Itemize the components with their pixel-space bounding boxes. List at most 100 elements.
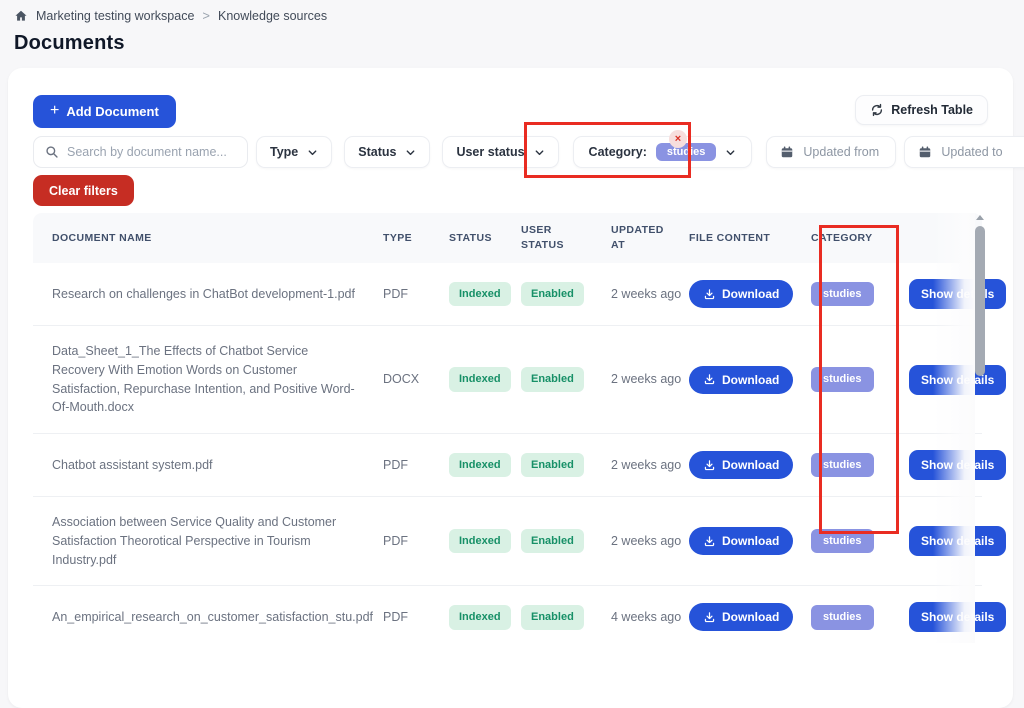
download-button[interactable]: Download <box>689 280 794 308</box>
status-badge: Indexed <box>449 605 511 630</box>
table-row: Chatbot assistant system.pdf PDF Indexed… <box>33 434 1007 497</box>
actions-cell: Show details <box>909 586 1007 648</box>
status-badge: Indexed <box>449 367 511 392</box>
updated-at: 2 weeks ago <box>611 286 682 301</box>
user-status-cell: Enabled <box>521 351 611 408</box>
category-filter-dropdown[interactable]: Category: studies <box>572 136 753 168</box>
category-badge: studies <box>811 367 874 392</box>
category-cell: studies <box>811 589 909 646</box>
document-type: PDF <box>383 286 408 301</box>
chevron-down-icon <box>307 147 318 158</box>
calendar-icon <box>780 145 794 159</box>
user-status-badge: Enabled <box>521 281 584 307</box>
show-details-button[interactable]: Show details <box>909 279 1007 309</box>
category-cell: studies <box>811 266 909 323</box>
category-cell: studies <box>811 437 909 494</box>
download-button[interactable]: Download <box>689 603 794 632</box>
plus-icon: + <box>50 102 60 119</box>
scrollbar-thumb[interactable] <box>975 226 985 376</box>
breadcrumb: Marketing testing workspace > Knowledge … <box>14 8 327 23</box>
download-label: Download <box>722 458 780 472</box>
type-filter-dropdown[interactable]: Type <box>256 136 333 168</box>
file-content-cell: Download <box>689 587 811 647</box>
status-filter-label: Status <box>358 145 397 159</box>
col-header-status: STATUS <box>449 232 492 244</box>
show-details-button[interactable]: Show details <box>909 364 1007 395</box>
user-status-badge: Enabled <box>521 452 584 478</box>
add-document-label: Add Document <box>66 104 159 119</box>
show-details-button[interactable]: Show details <box>909 602 1007 633</box>
user-status-badge: Enabled <box>521 605 584 630</box>
file-content-cell: Download <box>689 511 811 571</box>
col-header-category: CATEGORY <box>811 232 873 244</box>
category-badge: studies <box>811 528 874 554</box>
user-status-cell: Enabled <box>521 266 611 323</box>
updated-to-datepicker[interactable]: Updated to <box>904 136 1024 168</box>
documents-table: DOCUMENT NAME TYPE STATUS USER STATUS UP… <box>33 213 1007 648</box>
status-cell: Indexed <box>449 437 521 494</box>
file-content-cell: Download <box>689 350 811 410</box>
user-status-badge: Enabled <box>521 528 584 554</box>
table-row: An_empirical_research_on_customer_satisf… <box>33 586 1007 648</box>
col-header-file-content: FILE CONTENT <box>689 232 771 244</box>
status-badge: Indexed <box>449 452 511 478</box>
download-icon <box>703 288 716 301</box>
actions-cell: Show details <box>909 263 1007 325</box>
col-header-type: TYPE <box>383 232 413 244</box>
updated-at: 2 weeks ago <box>611 372 682 387</box>
col-header-updated-at: UPDATED AT <box>611 223 664 251</box>
document-type: PDF <box>383 609 408 624</box>
vertical-scrollbar[interactable] <box>974 215 986 645</box>
document-name: Association between Service Quality and … <box>52 515 337 567</box>
document-name: Data_Sheet_1_The Effects of Chatbot Serv… <box>52 344 355 415</box>
user-status-badge: Enabled <box>521 367 584 392</box>
table-row: Research on challenges in ChatBot develo… <box>33 263 1007 326</box>
remove-highlight-close-icon[interactable]: × <box>669 130 687 148</box>
category-filter-chip: studies <box>655 143 717 161</box>
download-button[interactable]: Download <box>689 527 794 556</box>
search-icon <box>45 145 59 159</box>
breadcrumb-separator: > <box>202 8 210 23</box>
document-type: DOCX <box>383 372 420 387</box>
user-status-cell: Enabled <box>521 513 611 570</box>
table-row: Association between Service Quality and … <box>33 497 1007 587</box>
show-details-button[interactable]: Show details <box>909 450 1007 480</box>
category-badge: studies <box>811 281 874 307</box>
clear-filters-label: Clear filters <box>49 183 118 198</box>
add-document-button[interactable]: + Add Document <box>33 95 176 128</box>
scrollbar-up-arrow-icon[interactable] <box>976 215 984 220</box>
chevron-down-icon <box>534 147 545 158</box>
status-filter-dropdown[interactable]: Status <box>344 136 431 168</box>
download-icon <box>703 373 716 386</box>
search-input[interactable] <box>67 145 236 159</box>
chevron-down-icon <box>405 147 416 158</box>
document-name: An_empirical_research_on_customer_satisf… <box>52 609 374 624</box>
refresh-table-button[interactable]: Refresh Table <box>855 95 988 125</box>
updated-from-datepicker[interactable]: Updated from <box>766 136 897 168</box>
download-button[interactable]: Download <box>689 365 794 394</box>
home-icon[interactable] <box>14 9 28 23</box>
documents-panel: + Add Document Refresh Table Type Status <box>8 68 1024 708</box>
clear-filters-button[interactable]: Clear filters <box>33 175 134 206</box>
search-box[interactable] <box>33 136 248 168</box>
updated-to-label: Updated to <box>941 145 1003 159</box>
file-content-cell: Download <box>689 264 811 324</box>
breadcrumb-section[interactable]: Knowledge sources <box>218 9 327 23</box>
download-icon <box>703 611 716 624</box>
refresh-table-label: Refresh Table <box>891 103 973 117</box>
chevron-down-icon <box>725 147 736 158</box>
document-type: PDF <box>383 457 408 472</box>
user-status-filter-dropdown[interactable]: User status <box>442 136 559 168</box>
status-cell: Indexed <box>449 513 521 570</box>
user-status-filter-label: User status <box>456 145 525 159</box>
download-button[interactable]: Download <box>689 451 794 479</box>
user-status-cell: Enabled <box>521 589 611 646</box>
status-badge: Indexed <box>449 281 511 307</box>
download-label: Download <box>722 287 780 301</box>
show-details-button[interactable]: Show details <box>909 526 1007 557</box>
filter-bar: Type Status User status Category: studie… <box>33 136 1024 168</box>
file-content-cell: Download <box>689 435 811 495</box>
document-name: Chatbot assistant system.pdf <box>52 457 213 472</box>
breadcrumb-workspace[interactable]: Marketing testing workspace <box>36 9 194 23</box>
updated-from-label: Updated from <box>803 145 880 159</box>
